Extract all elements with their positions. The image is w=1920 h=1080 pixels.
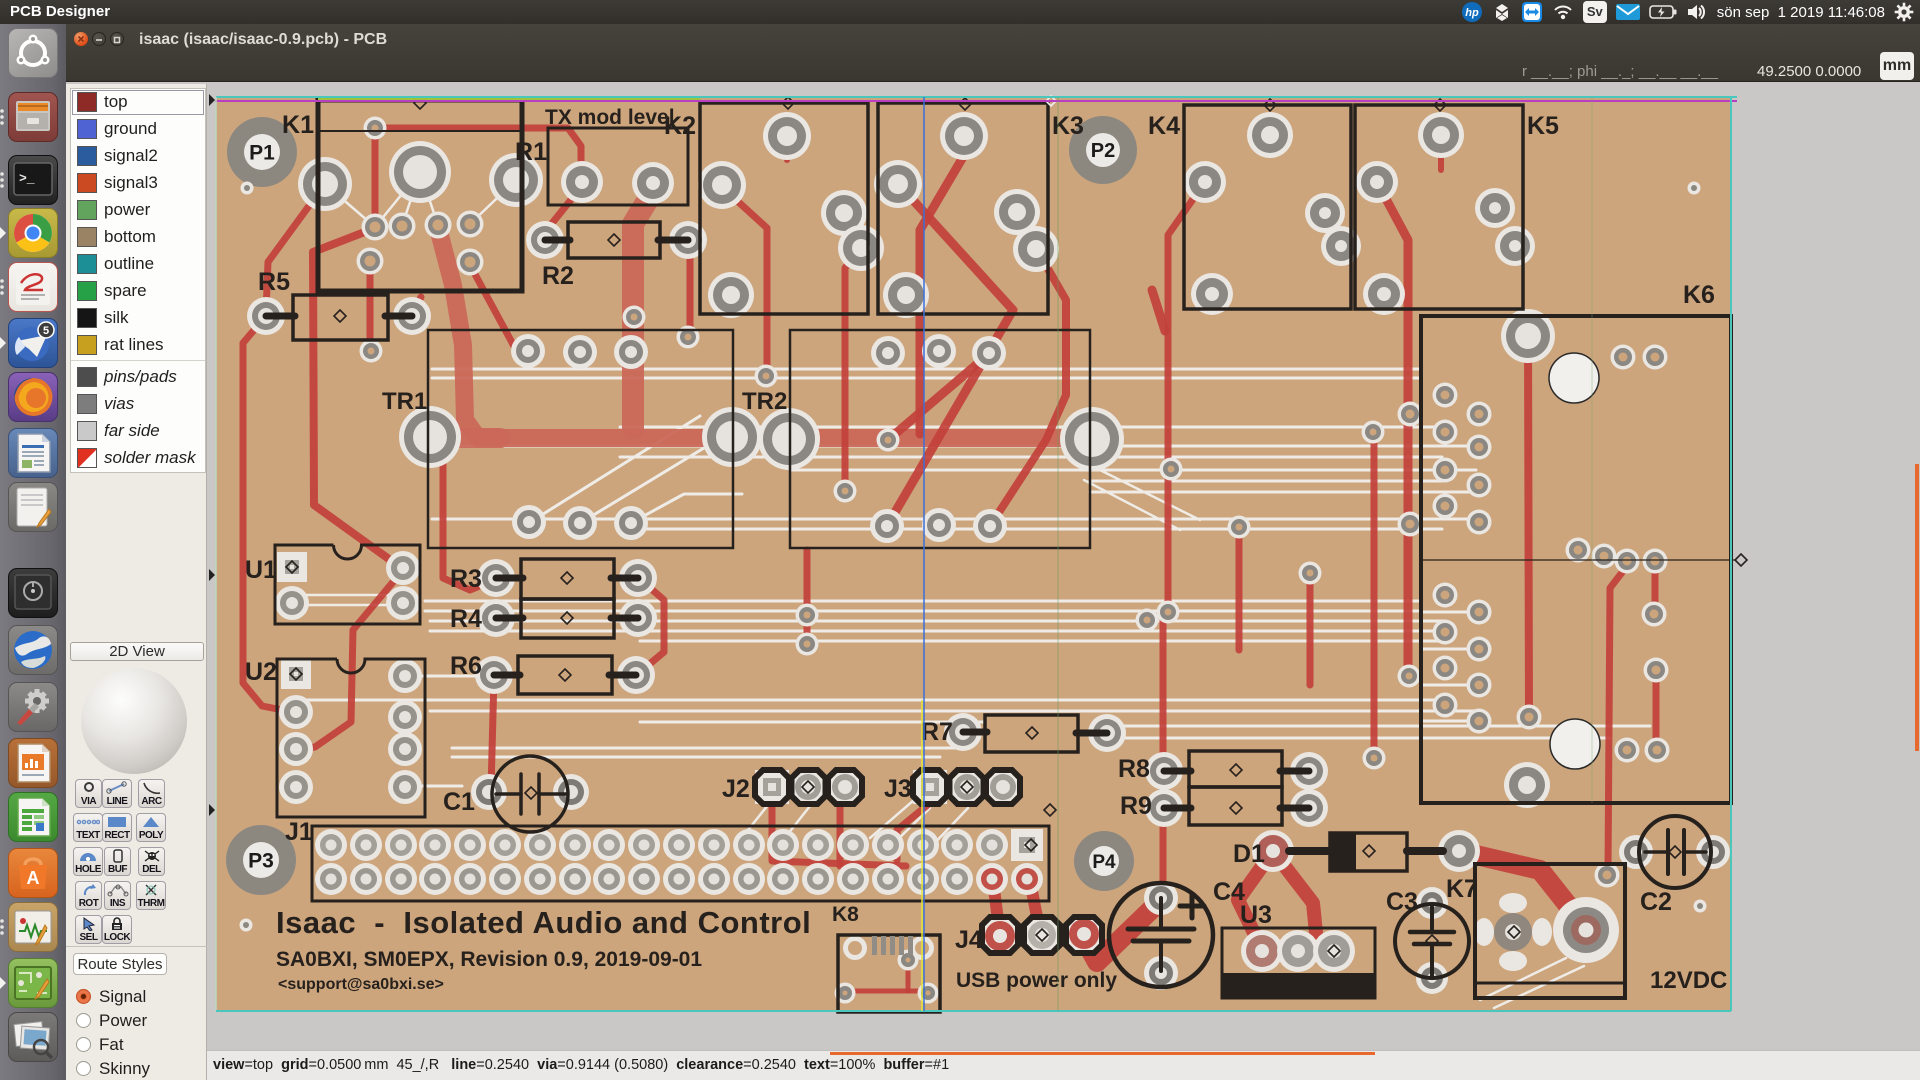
svg-text:K1: K1 <box>282 111 314 139</box>
svg-text:TX mod level: TX mod level <box>545 106 675 129</box>
svg-text:>_: >_ <box>19 171 35 186</box>
svg-text:Isaac - Isolated Audio and C: Isaac - Isolated Audio and Control <box>276 905 811 940</box>
svg-text:U1: U1 <box>245 556 277 584</box>
svg-text:C3: C3 <box>1386 888 1418 916</box>
svg-text:J3: J3 <box>884 775 912 803</box>
svg-text:K8: K8 <box>832 903 859 926</box>
svg-text:K2: K2 <box>664 112 696 140</box>
svg-text:5: 5 <box>43 325 49 337</box>
svg-text:C2: C2 <box>1640 888 1672 916</box>
svg-text:R3: R3 <box>450 565 482 593</box>
svg-text:U2: U2 <box>245 658 277 686</box>
svg-text:A: A <box>27 868 40 888</box>
svg-text:R8: R8 <box>1118 755 1150 783</box>
svg-text:P3: P3 <box>248 850 274 873</box>
svg-text:<support@sa0bxi.se>: <support@sa0bxi.se> <box>278 976 444 993</box>
svg-text:R4: R4 <box>450 605 482 633</box>
svg-text:J2: J2 <box>722 775 750 803</box>
svg-text:hp: hp <box>1465 7 1479 19</box>
svg-text:K4: K4 <box>1148 112 1180 140</box>
svg-text:USB power only: USB power only <box>956 969 1117 992</box>
svg-text:TR2: TR2 <box>742 388 787 415</box>
svg-text:R7: R7 <box>921 718 953 746</box>
svg-text:SA0BXI, SM0EPX, Revision 0.9,: SA0BXI, SM0EPX, Revision 0.9, 2019-09-01 <box>276 948 702 971</box>
svg-text:P4: P4 <box>1092 852 1116 873</box>
svg-text:P1: P1 <box>249 142 275 165</box>
svg-text:J1: J1 <box>285 818 313 846</box>
svg-text:R5: R5 <box>258 268 290 296</box>
svg-text:K7: K7 <box>1446 875 1478 903</box>
svg-text:12VDC: 12VDC <box>1650 967 1727 994</box>
svg-text:K3: K3 <box>1052 112 1084 140</box>
svg-text:U3: U3 <box>1240 901 1272 929</box>
svg-text:J4: J4 <box>955 926 983 954</box>
svg-text:D1: D1 <box>1233 840 1265 868</box>
svg-text:R9: R9 <box>1120 792 1152 820</box>
svg-text:TR1: TR1 <box>382 388 427 415</box>
svg-text:R1: R1 <box>515 138 547 166</box>
svg-text:R6: R6 <box>450 652 482 680</box>
svg-text:C1: C1 <box>443 788 475 816</box>
svg-text:P2: P2 <box>1091 140 1115 162</box>
svg-text:K6: K6 <box>1683 281 1715 309</box>
svg-text:K5: K5 <box>1527 112 1559 140</box>
svg-text:R2: R2 <box>542 262 574 290</box>
